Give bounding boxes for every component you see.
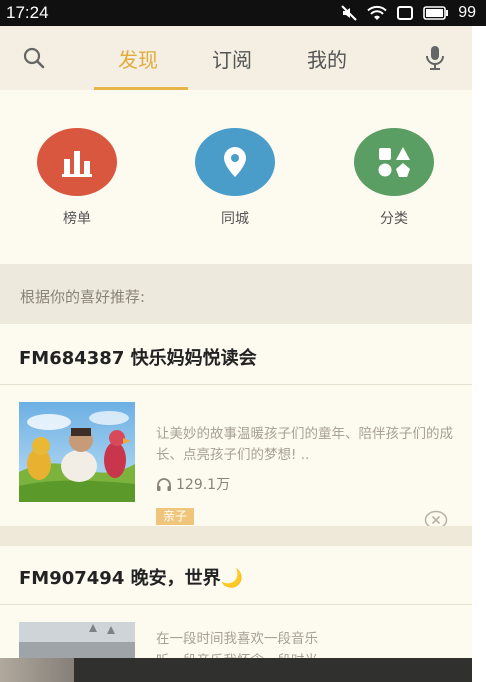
divider (0, 384, 472, 385)
ranking-circle[interactable] (37, 128, 117, 196)
tab-subscribe[interactable]: 订阅 (212, 44, 252, 73)
recommend-heading: 根据你的喜好推荐: (20, 288, 146, 306)
category-local[interactable]: 同城 (195, 128, 275, 228)
program-thumbnail[interactable] (19, 622, 135, 658)
bar-chart-icon (62, 151, 92, 177)
mute-icon (341, 5, 357, 21)
headphones-icon (157, 478, 171, 491)
program-card[interactable]: FM907494 晚安，世界🌙 在一段时间我喜欢一段音乐 听一段音乐我怀念一段时… (0, 546, 472, 669)
listen-count: 129.1万 (156, 474, 230, 494)
category-label: 同城 (221, 211, 249, 227)
card-separator (0, 526, 472, 546)
program-card[interactable]: FM684387 快乐妈妈悦读会 让美妙的故事温暖孩子们的童年、陪伴孩子们的成长… (0, 324, 472, 530)
search-icon[interactable] (22, 46, 46, 70)
microphone-icon[interactable] (424, 44, 446, 72)
battery-level: 99 (458, 4, 476, 21)
player-dock[interactable] (0, 658, 472, 682)
category-label: 榜单 (63, 211, 91, 227)
divider (0, 604, 472, 605)
screen-icon (397, 6, 414, 20)
category-shapes-icon (378, 147, 410, 177)
category-label: 分类 (380, 211, 408, 227)
screen-edge (472, 26, 486, 682)
location-pin-icon (224, 147, 246, 177)
category-ranking[interactable]: 榜单 (37, 128, 117, 228)
tab-discover[interactable]: 发现 (118, 44, 158, 73)
listen-count-value: 129.1万 (176, 477, 231, 493)
program-thumbnail[interactable] (19, 402, 135, 502)
program-title[interactable]: FM907494 晚安，世界🌙 (19, 564, 243, 590)
category-tag[interactable]: 亲子 (156, 508, 195, 525)
classify-circle[interactable] (354, 128, 434, 196)
category-panel: 榜单 同城 分类 (0, 90, 472, 264)
local-circle[interactable] (195, 128, 275, 196)
program-title[interactable]: FM684387 快乐妈妈悦读会 (19, 344, 257, 370)
tab-mine[interactable]: 我的 (307, 44, 347, 73)
status-bar: 17:24 99 (0, 0, 486, 26)
top-nav: 发现 订阅 我的 (0, 26, 472, 90)
status-time: 17:24 (6, 3, 49, 22)
recommend-header: 根据你的喜好推荐: (0, 264, 472, 324)
status-icons: 99 (340, 4, 476, 22)
now-playing-art[interactable] (0, 658, 74, 682)
category-classify[interactable]: 分类 (354, 128, 434, 228)
program-description: 让美妙的故事温暖孩子们的童年、陪伴孩子们的成长、点亮孩子们的梦想! .. (156, 426, 453, 463)
wifi-icon (367, 5, 387, 20)
app-screen: 发现 订阅 我的 榜单 同城 分类 根据你的喜好推荐: FM684387 快乐妈… (0, 26, 472, 682)
battery-icon (423, 6, 449, 20)
